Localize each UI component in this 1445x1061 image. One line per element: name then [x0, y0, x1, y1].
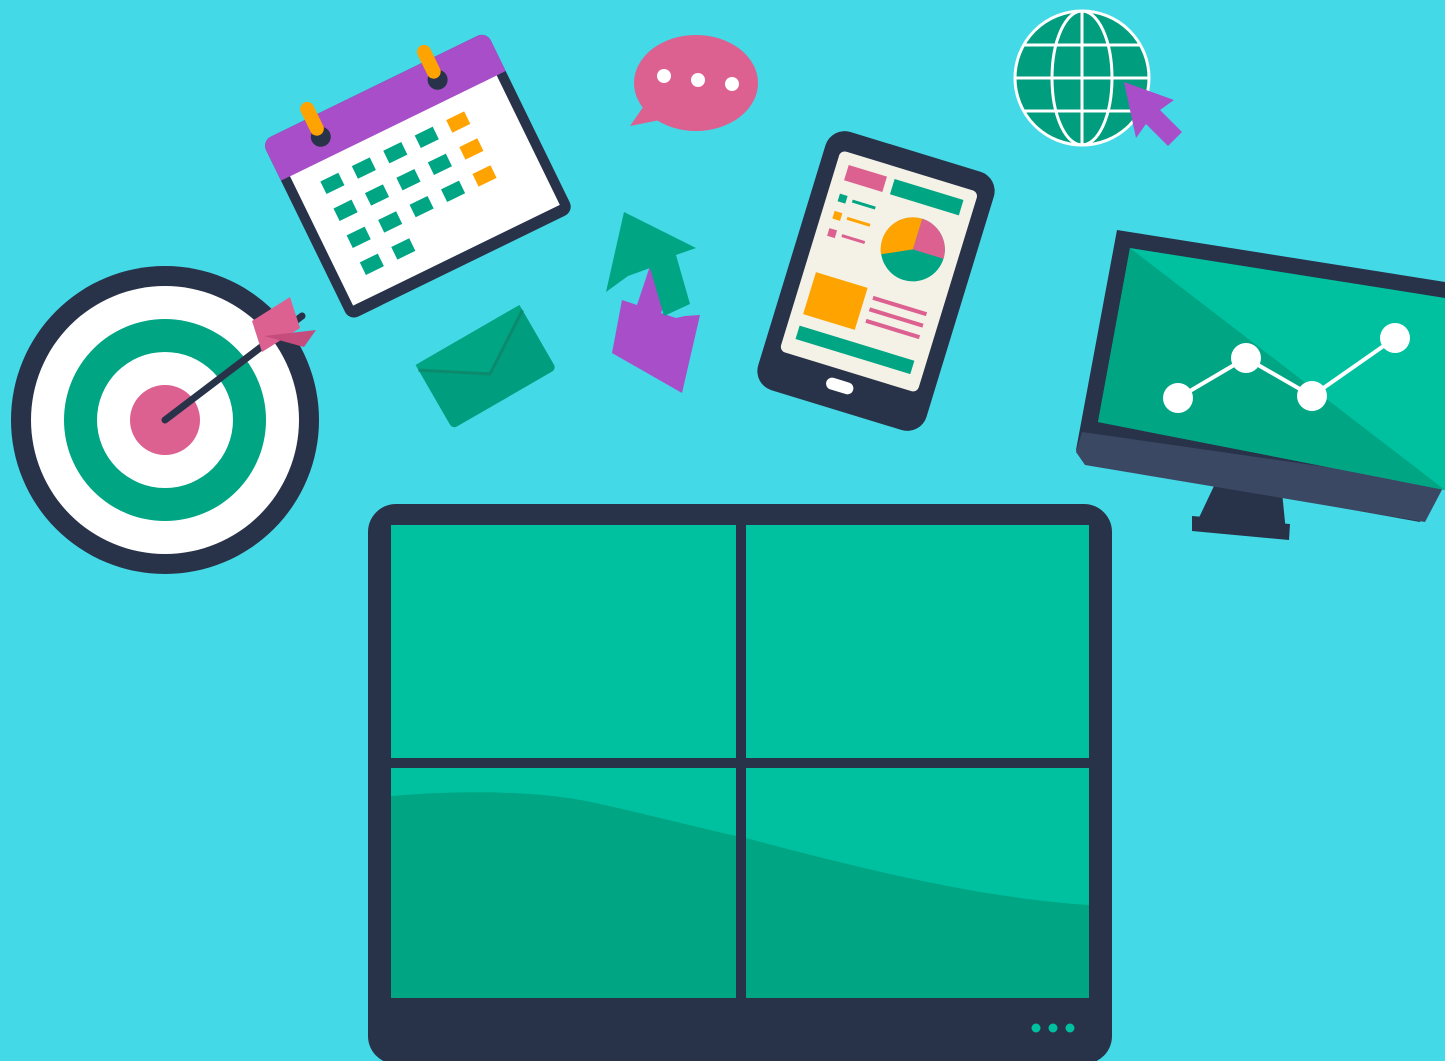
illustration-canvas — [0, 0, 1445, 1061]
screen-panel-top-left — [391, 525, 736, 758]
globe-icon — [1013, 9, 1151, 147]
screen-panel-bottom-left — [391, 768, 736, 998]
screen-indicator-dots — [1031, 1023, 1075, 1033]
screen-panel-top-right — [746, 525, 1089, 758]
large-screen-display — [368, 504, 1112, 1061]
screen-panel-bottom-right — [746, 768, 1089, 998]
